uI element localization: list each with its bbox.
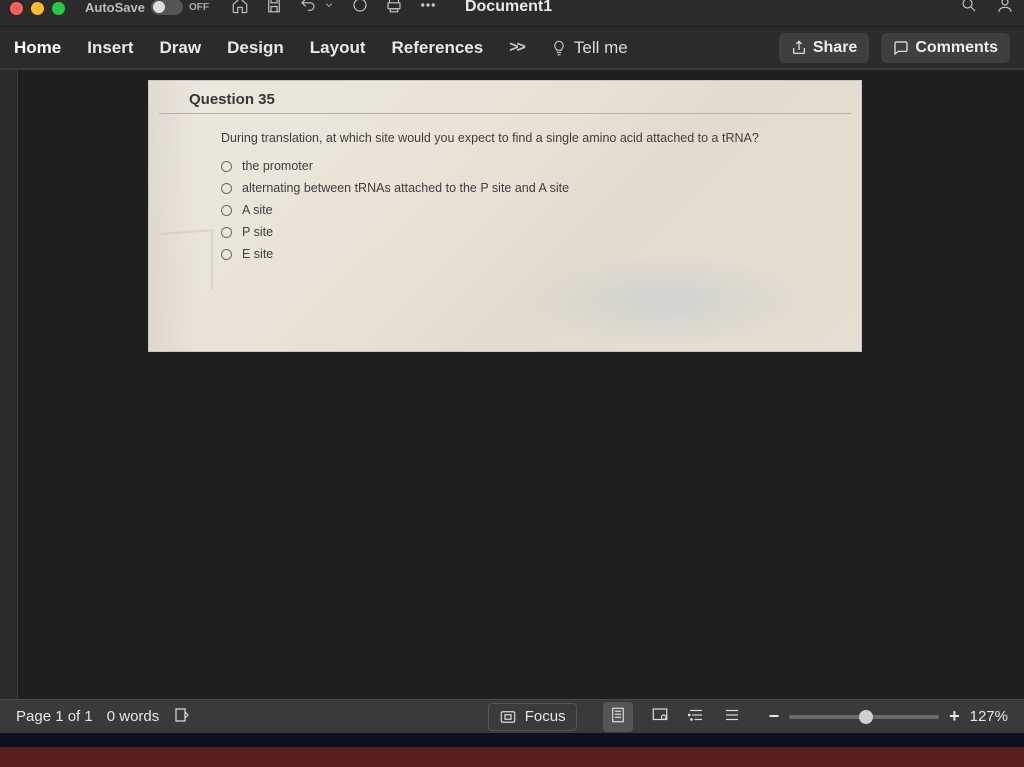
autosave-toggle[interactable] (151, 0, 183, 15)
zoom-in-button[interactable]: + (949, 706, 960, 727)
titlebar-right-icons (960, 0, 1014, 19)
question-body: During translation, at which site would … (221, 131, 841, 269)
option-e: E site (221, 247, 841, 261)
question-divider (159, 113, 851, 114)
radio-icon (221, 161, 232, 172)
tab-layout[interactable]: Layout (310, 38, 366, 58)
proofing-icon[interactable] (173, 706, 191, 728)
share-icon (791, 40, 807, 56)
option-c-text: A site (242, 203, 273, 217)
traffic-lights (10, 2, 65, 15)
vertical-ruler (0, 70, 18, 699)
view-switcher (603, 702, 741, 732)
comments-icon (893, 40, 909, 56)
document-canvas[interactable]: Question 35 During translation, at which… (18, 70, 1024, 699)
document-title: Document1 (465, 0, 552, 16)
option-d-text: P site (242, 225, 273, 239)
radio-icon (221, 227, 232, 238)
comments-button[interactable]: Comments (881, 33, 1010, 63)
tab-design[interactable]: Design (227, 38, 284, 58)
zoom-out-button[interactable]: − (769, 706, 780, 727)
status-bar: Page 1 of 1 0 words Focus − + 127% (0, 699, 1024, 733)
home-icon[interactable] (231, 0, 249, 19)
window-fullscreen-button[interactable] (52, 2, 65, 15)
account-icon[interactable] (996, 0, 1014, 19)
tell-me-search[interactable]: Tell me (550, 38, 628, 58)
autosave-control[interactable]: AutoSave OFF (85, 0, 209, 15)
focus-label: Focus (525, 708, 566, 725)
autosave-toggle-knob (153, 1, 165, 13)
status-left: Page 1 of 1 0 words (16, 706, 191, 728)
window-shadow (0, 733, 1024, 747)
radio-icon (221, 183, 232, 194)
ribbon-right: Share Comments (779, 33, 1010, 63)
more-icon[interactable] (419, 0, 437, 19)
radio-icon (221, 205, 232, 216)
option-b: alternating between tRNAs attached to th… (221, 181, 841, 195)
page: Question 35 During translation, at which… (148, 80, 862, 699)
save-icon[interactable] (265, 0, 283, 19)
comments-label: Comments (915, 39, 998, 57)
web-layout-view-icon[interactable] (651, 706, 669, 728)
word-count[interactable]: 0 words (107, 708, 160, 725)
option-d: P site (221, 225, 841, 239)
inserted-image[interactable]: Question 35 During translation, at which… (148, 80, 862, 352)
option-b-text: alternating between tRNAs attached to th… (242, 181, 569, 195)
autosave-label: AutoSave (85, 0, 145, 15)
tab-draw[interactable]: Draw (160, 38, 202, 58)
tab-home[interactable]: Home (14, 38, 61, 58)
outline-view-icon[interactable] (687, 706, 705, 728)
undo-icon[interactable] (299, 0, 317, 19)
share-button[interactable]: Share (779, 33, 869, 63)
focus-mode-button[interactable]: Focus (488, 703, 577, 731)
tab-insert[interactable]: Insert (87, 38, 133, 58)
quick-access-toolbar (231, 0, 437, 19)
paper-edge-artifact (161, 229, 213, 293)
autosave-state: OFF (189, 2, 209, 13)
option-a: the promoter (221, 159, 841, 173)
desktop-background (0, 747, 1024, 767)
share-label: Share (813, 39, 857, 57)
document-area[interactable]: Question 35 During translation, at which… (0, 68, 1024, 699)
window-titlebar: AutoSave OFF Document1 (0, 0, 1024, 26)
print-layout-view-icon[interactable] (603, 702, 633, 732)
lightbulb-icon (550, 39, 568, 57)
option-a-text: the promoter (242, 159, 313, 173)
ribbon-tabs: Home Insert Draw Design Layout Reference… (0, 26, 1024, 68)
undo-dropdown-icon[interactable] (323, 0, 335, 16)
zoom-control: − + 127% (769, 706, 1008, 727)
focus-icon (499, 708, 517, 726)
zoom-slider-thumb[interactable] (859, 710, 873, 724)
draft-view-icon[interactable] (723, 706, 741, 728)
print-icon[interactable] (385, 0, 403, 19)
window-close-button[interactable] (10, 2, 23, 15)
option-c: A site (221, 203, 841, 217)
search-icon[interactable] (960, 0, 978, 19)
redo-icon[interactable] (351, 0, 369, 19)
question-prompt: During translation, at which site would … (221, 131, 841, 145)
ribbon-overflow-icon[interactable]: >> (509, 39, 524, 57)
option-e-text: E site (242, 247, 273, 261)
page-indicator[interactable]: Page 1 of 1 (16, 708, 93, 725)
question-header: Question 35 (189, 91, 275, 108)
zoom-percent[interactable]: 127% (970, 708, 1008, 725)
zoom-slider[interactable] (789, 715, 939, 719)
tab-references[interactable]: References (392, 38, 484, 58)
window-minimize-button[interactable] (31, 2, 44, 15)
radio-icon (221, 249, 232, 260)
tell-me-label: Tell me (574, 38, 628, 58)
